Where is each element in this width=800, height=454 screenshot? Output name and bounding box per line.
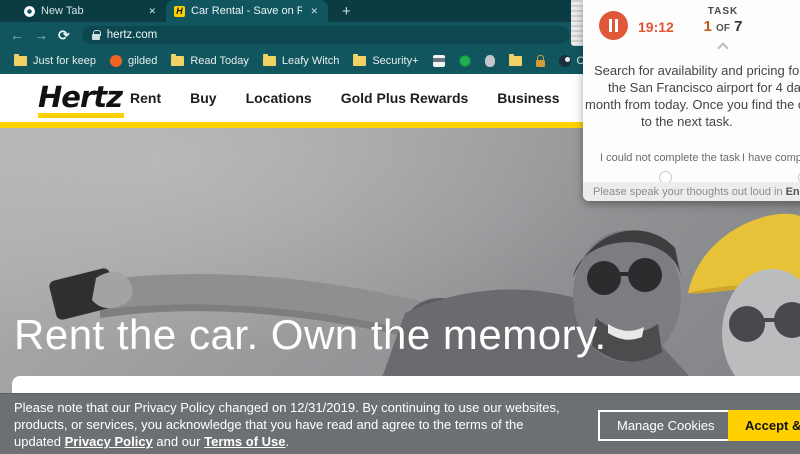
bookmark-folder[interactable] [509,56,522,66]
chevron-up-icon[interactable] [717,42,728,53]
back-icon[interactable]: ← [10,27,24,43]
nav-locations[interactable]: Locations [246,90,312,106]
privacy-policy-link[interactable]: Privacy Policy [65,434,153,449]
bookmark-label: Read Today [190,55,249,67]
tab-new-tab[interactable]: New Tab ✕ [16,0,166,22]
bookmark-just-for-keep[interactable]: Just for keep [14,55,96,67]
new-tab-button[interactable]: + [342,2,351,22]
footer-text: Please speak your thoughts out loud in [593,186,783,198]
bank-icon [433,55,445,67]
option-label: I could not complete the task [600,152,730,164]
task-progress: 1 OF 7 [678,18,768,35]
reddit-icon [110,55,122,67]
bookmark-security-plus[interactable]: Security+ [353,55,418,67]
bookmark-apple[interactable] [485,55,495,67]
accept-close-button[interactable]: Accept & Close [728,410,800,441]
folder-icon [509,56,522,66]
option-could-not-complete[interactable]: I could not complete the task [600,152,730,184]
task-label: TASK [678,6,768,17]
green-circle-icon [459,55,471,67]
folder-icon [171,56,184,66]
manage-cookies-button[interactable]: Manage Cookies [598,410,734,441]
tab-title: New Tab [41,5,140,17]
close-icon[interactable]: ✕ [146,4,158,19]
nav-gold-plus-rewards[interactable]: Gold Plus Rewards [341,90,469,106]
tab-title: Car Rental - Save on Rental Cars [191,5,302,17]
lock-icon [536,60,545,67]
bookmark-read-today[interactable]: Read Today [171,55,249,67]
apple-icon [485,55,495,67]
task-counter: TASK 1 OF 7 [678,6,768,35]
cookie-message: Please note that our Privacy Policy chan… [14,399,560,450]
bookmark-lock[interactable] [536,56,545,67]
nav-rent[interactable]: Rent [130,90,161,106]
nav-business[interactable]: Business [497,90,559,106]
lock-icon [92,34,100,40]
folder-icon [263,56,276,66]
task-panel-header: 19:12 TASK 1 OF 7 [583,0,800,50]
hertz-logo-text: Hertz [38,82,124,112]
cookie-line1: Please note that our Privacy Policy chan… [14,399,560,416]
bookmark-bank[interactable] [433,55,445,67]
option-label: I have completed the task [742,152,800,164]
cookie-line3: updated Privacy Policy and our Terms of … [14,433,560,450]
close-icon[interactable]: ✕ [308,4,320,19]
terms-of-use-link[interactable]: Terms of Use [204,434,285,449]
hertz-logo[interactable]: Hertz [38,82,124,118]
bookmark-label: Security+ [372,55,418,67]
hero-headline: Rent the car. Own the memory. [14,311,607,359]
forward-icon[interactable]: → [34,27,48,43]
bookmark-leafy-witch[interactable]: Leafy Witch [263,55,339,67]
bookmark-label: gilded [128,55,157,67]
panel-grip[interactable] [571,0,583,46]
reload-icon[interactable]: ⟳ [58,27,70,44]
task-panel-footer: Please speak your thoughts out loud inEn… [583,182,800,201]
url-text: hertz.com [107,29,158,41]
tab-car-rental[interactable]: H Car Rental - Save on Rental Cars ✕ [166,0,328,22]
option-have-completed[interactable]: I have completed the task [742,152,800,184]
hertz-favicon: H [174,6,185,17]
task-description: Search for availability and pricing for … [583,62,800,130]
address-bar[interactable]: hertz.com [82,26,569,44]
nav-buy[interactable]: Buy [190,90,216,106]
main-nav: Rent Buy Locations Gold Plus Rewards Bus… [130,74,560,122]
task-options: I could not complete the task I have com… [583,152,800,184]
cookie-banner: Please note that our Privacy Policy chan… [0,393,800,454]
timer-text: 19:12 [638,19,674,35]
bookmark-green[interactable] [459,55,471,67]
dark-circle-icon [559,55,571,67]
pause-button[interactable] [599,11,628,40]
chrome-icon [24,6,35,17]
footer-language: English. [786,186,800,198]
folder-icon [353,56,366,66]
folder-icon [14,56,27,66]
bookmark-label: Leafy Witch [282,55,339,67]
cookie-line2: products, or services, you acknowledge t… [14,416,560,433]
bookmark-gilded[interactable]: gilded [110,55,157,67]
task-panel: 19:12 TASK 1 OF 7 Search for availabilit… [583,0,800,201]
bookmark-label: Just for keep [33,55,96,67]
